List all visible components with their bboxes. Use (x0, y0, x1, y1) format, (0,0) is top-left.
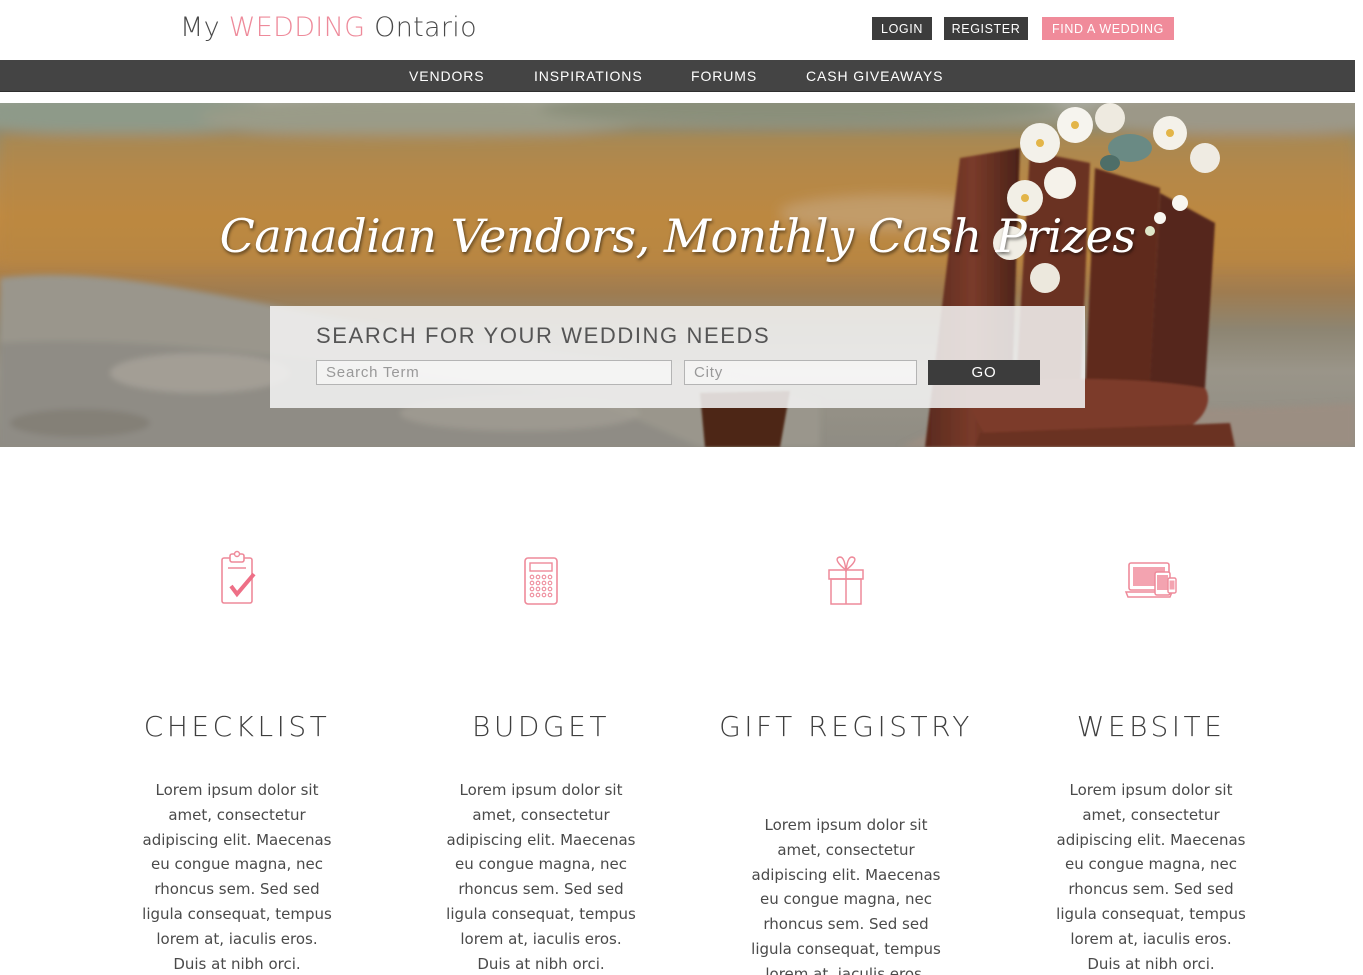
feature-title-gift-registry: GIFT REGISTRY (719, 710, 973, 743)
city-input[interactable] (684, 360, 917, 385)
hero-title: Canadian Vendors, Monthly Cash Prizes (219, 209, 1136, 263)
search-term-input[interactable] (316, 360, 672, 385)
logo-accent: WEDDING (228, 12, 366, 43)
site-logo[interactable]: My WEDDING Ontario (180, 12, 477, 43)
search-heading: SEARCH FOR YOUR WEDDING NEEDS (316, 323, 771, 348)
register-button[interactable]: REGISTER (944, 17, 1028, 40)
find-a-wedding-button[interactable]: FIND A WEDDING (1042, 17, 1174, 40)
logo-prefix: My (180, 12, 229, 43)
feature-title-checklist: CHECKLIST (143, 710, 331, 743)
calculator-icon (524, 557, 558, 605)
feature-text-gift-registry: Lorem ipsum dolor sit amet, consectetur … (751, 816, 941, 975)
page: My WEDDING Ontario LOGIN REGISTER FIND A… (0, 0, 1363, 975)
main-nav: VENDORS INSPIRATIONS FORUMS CASH GIVEAWA… (0, 60, 1355, 92)
feature-text-website: Lorem ipsum dolor sit amet, consectetur … (1056, 781, 1246, 973)
feature-budget[interactable]: BUDGET Lorem ipsum dolor sit amet, conse… (411, 550, 671, 973)
nav-item-cash-giveaways[interactable]: CASH GIVEAWAYS (806, 60, 943, 92)
logo-suffix: Ontario (365, 12, 477, 43)
feature-text-budget: Lorem ipsum dolor sit amet, consectetur … (446, 781, 636, 973)
hero-banner: Canadian Vendors, Monthly Cash Prizes SE… (0, 103, 1355, 447)
nav-item-vendors[interactable]: VENDORS (409, 60, 485, 92)
go-button[interactable]: GO (928, 360, 1040, 385)
feature-text-checklist: Lorem ipsum dolor sit amet, consectetur … (142, 781, 332, 973)
gift-icon (828, 556, 864, 605)
top-header: My WEDDING Ontario LOGIN REGISTER FIND A… (0, 0, 1363, 60)
search-panel: SEARCH FOR YOUR WEDDING NEEDS GO (270, 306, 1085, 408)
clipboard-check-icon (221, 550, 256, 604)
feature-gift-registry[interactable]: GIFT REGISTRY Lorem ipsum dolor sit amet… (716, 550, 976, 975)
nav-item-forums[interactable]: FORUMS (691, 60, 757, 92)
feature-title-website: WEBSITE (1076, 710, 1226, 743)
feature-checklist[interactable]: CHECKLIST Lorem ipsum dolor sit amet, co… (107, 550, 367, 973)
devices-icon (1124, 562, 1177, 598)
nav-item-inspirations[interactable]: INSPIRATIONS (534, 60, 643, 92)
login-button[interactable]: LOGIN (872, 17, 932, 40)
feature-title-budget: BUDGET (472, 710, 610, 743)
feature-website[interactable]: WEBSITE Lorem ipsum dolor sit amet, cons… (1021, 550, 1281, 973)
